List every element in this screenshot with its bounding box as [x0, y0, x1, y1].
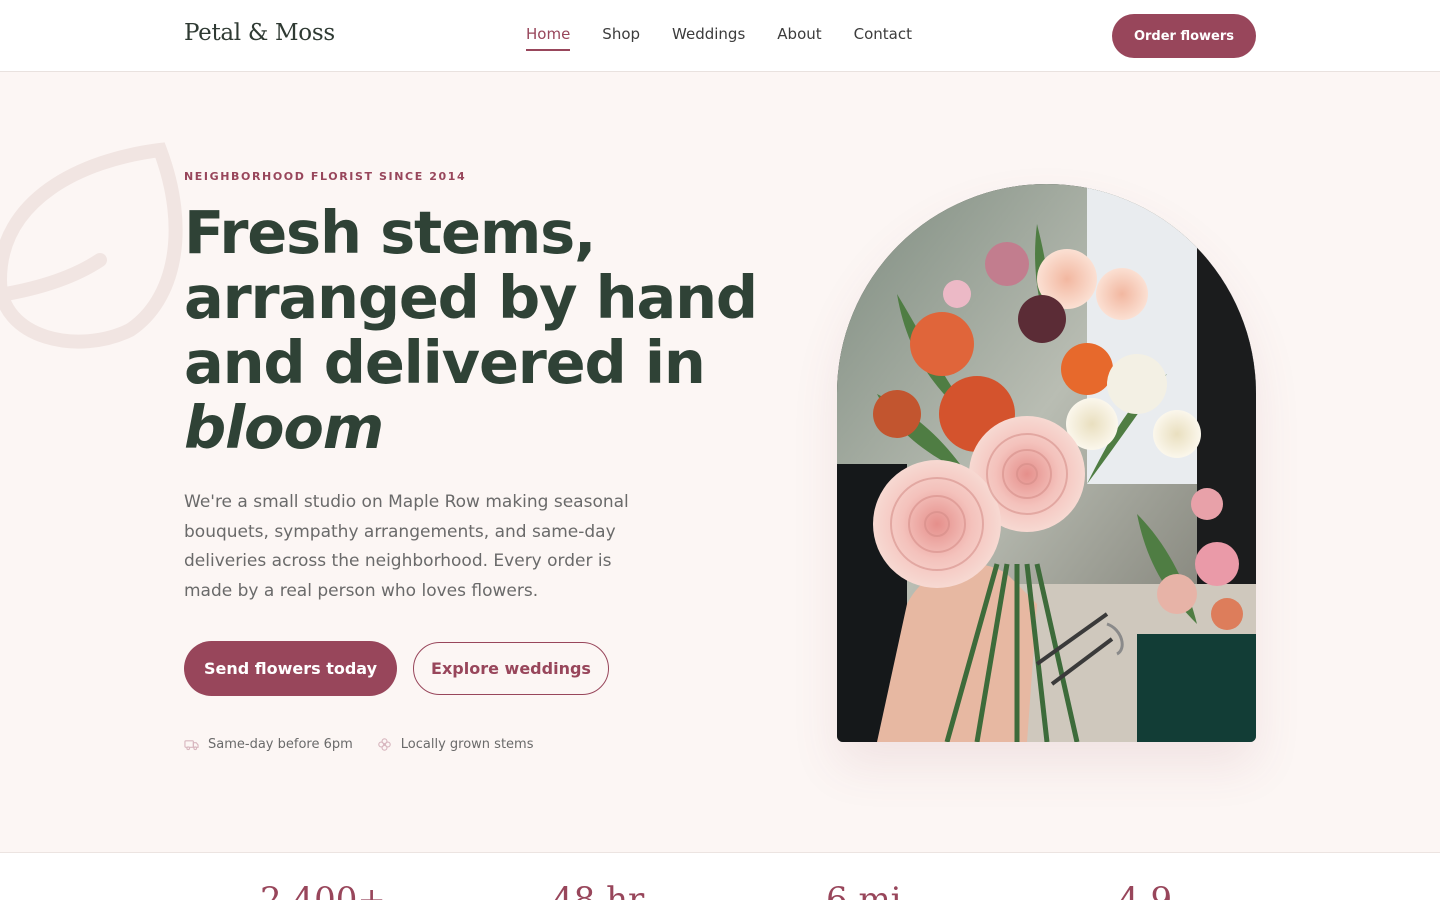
stat-value: 48 hr	[552, 880, 645, 900]
hero-headline: Fresh stems, arranged by hand and delive…	[184, 200, 784, 460]
send-flowers-button[interactable]: Send flowers today	[184, 641, 397, 696]
headline-line-3: and delivered in	[184, 328, 706, 397]
site-header: Petal & Moss Home Shop Weddings About Co…	[0, 0, 1440, 72]
flower-icon	[378, 738, 391, 751]
headline-emphasis: bloom	[184, 393, 384, 462]
headline-line-1: Fresh stems,	[184, 198, 596, 267]
perk-label: Locally grown stems	[400, 737, 534, 752]
hero-perks: Same-day before 6pm Locally grown stems	[184, 737, 534, 752]
hero-description: We're a small studio on Maple Row making…	[184, 492, 629, 601]
nav-home[interactable]: Home	[526, 25, 571, 51]
stat-value: 2,400+	[260, 880, 386, 900]
stat-value: 6 mi	[826, 880, 902, 900]
main-nav: Home Shop Weddings About Contact	[526, 25, 912, 51]
truck-icon	[184, 740, 199, 751]
perk-same-day: Same-day before 6pm	[184, 737, 353, 752]
nav-contact[interactable]: Contact	[854, 25, 912, 51]
leaf-decoration-icon	[0, 142, 183, 349]
nav-weddings[interactable]: Weddings	[672, 25, 745, 51]
nav-about[interactable]: About	[777, 25, 821, 51]
stats-strip: 2,400+ 48 hr 6 mi 4.9	[0, 852, 1440, 900]
bouquet-photo	[837, 184, 1256, 742]
perk-local: Locally grown stems	[377, 737, 534, 752]
hero-bouquet-image	[837, 184, 1256, 742]
nav-shop[interactable]: Shop	[602, 25, 640, 51]
stat-value: 4.9	[1118, 880, 1173, 900]
perk-label: Same-day before 6pm	[208, 737, 353, 752]
order-flowers-button[interactable]: Order flowers	[1112, 14, 1256, 58]
explore-weddings-button[interactable]: Explore weddings	[413, 642, 609, 695]
hero-eyebrow: NEIGHBORHOOD FLORIST SINCE 2014	[184, 170, 467, 183]
brand-logo[interactable]: Petal & Moss	[184, 20, 335, 46]
headline-line-2: arranged by hand	[184, 263, 758, 332]
